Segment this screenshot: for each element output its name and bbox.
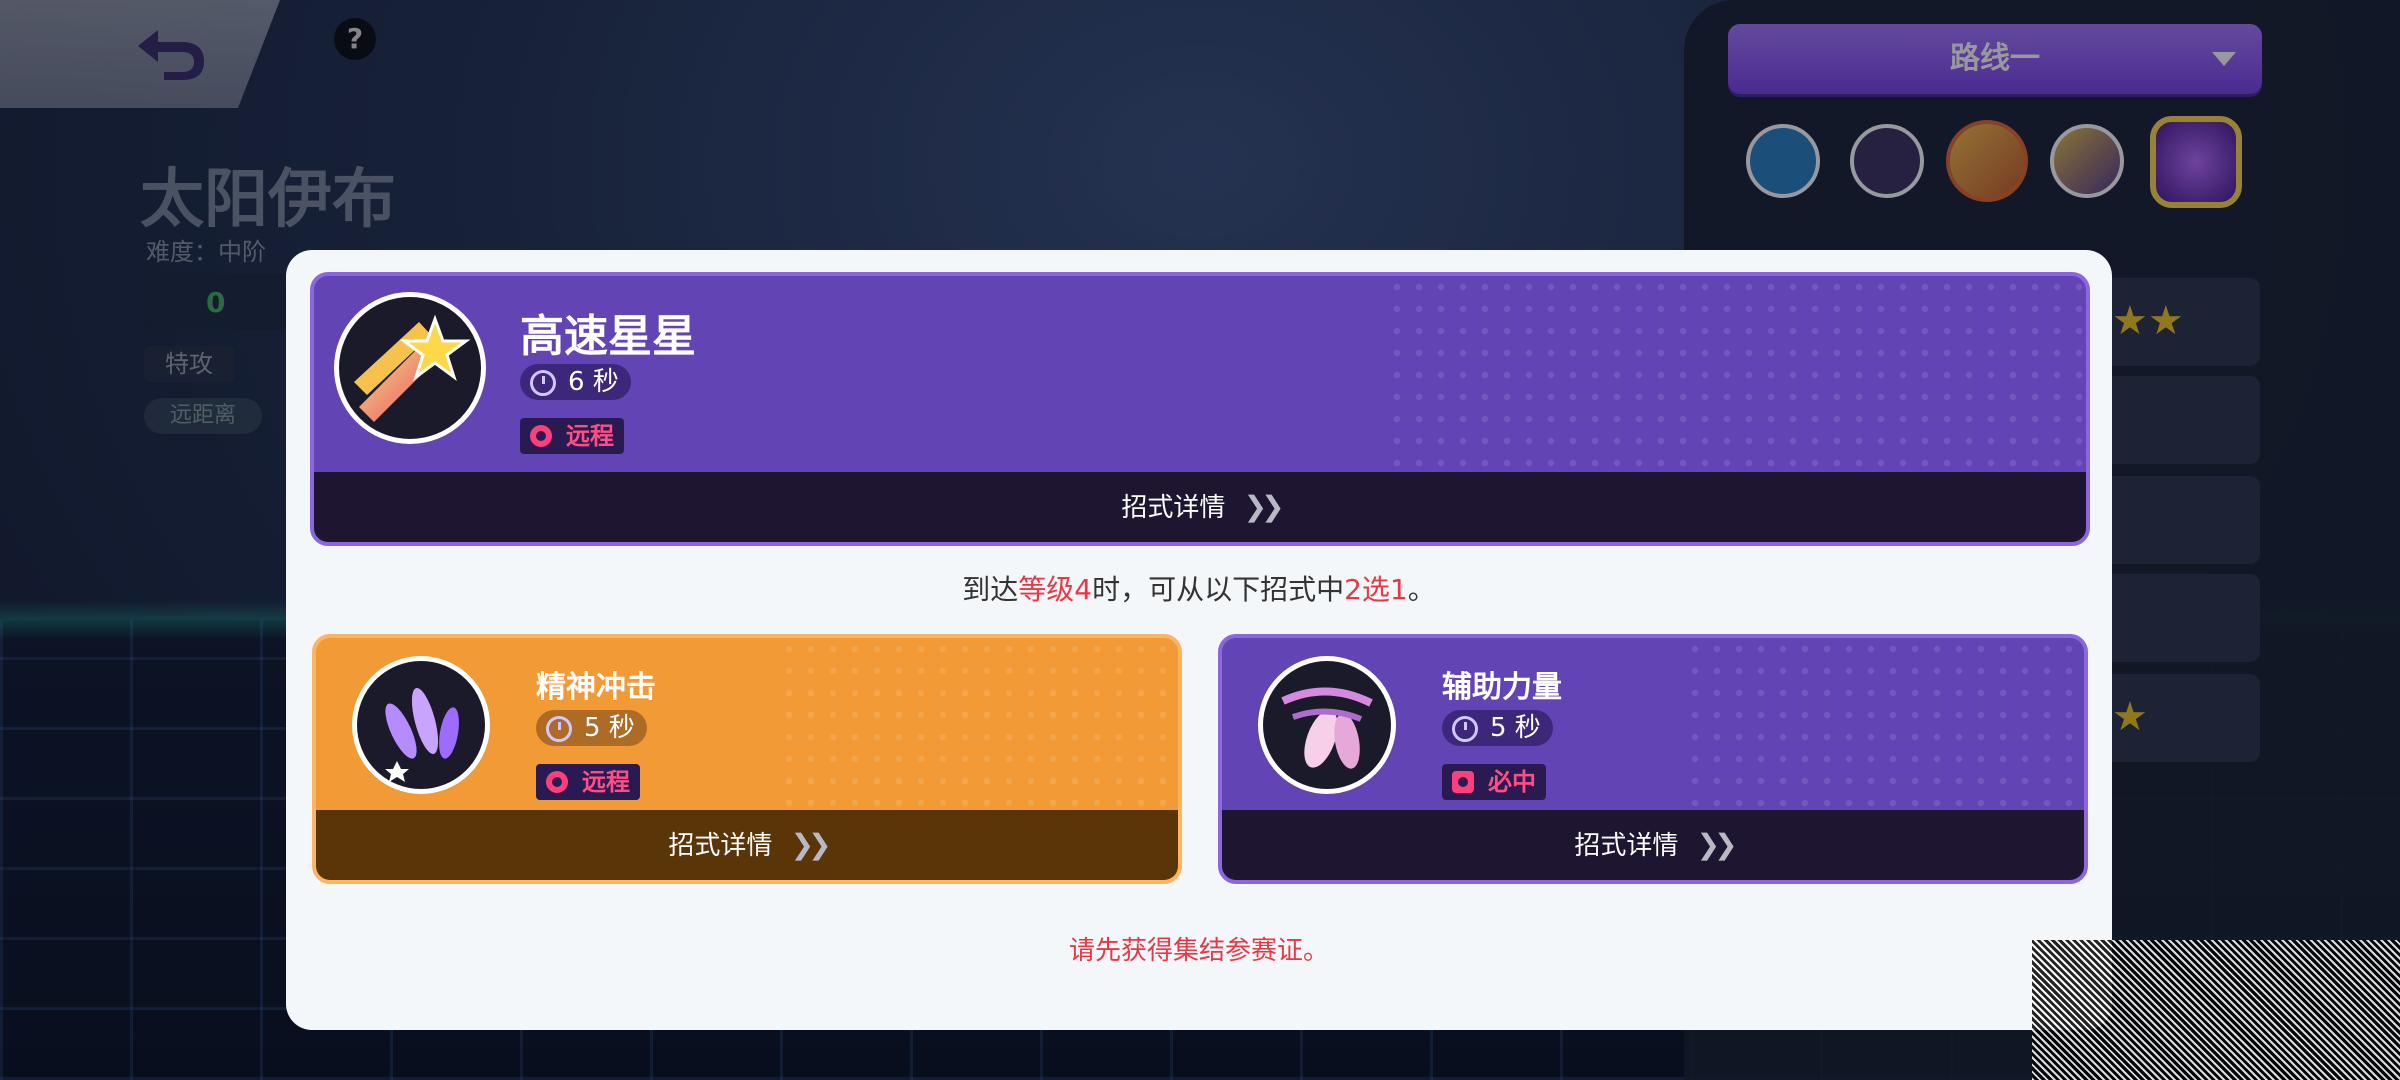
cooldown-value: 5 秒 <box>584 713 635 743</box>
option-card-stored-power[interactable]: 辅助力量 5 秒 必中 招式详情 ❯❯ <box>1218 634 2088 884</box>
double-chevron-right-icon: ❯❯ <box>790 828 832 861</box>
details-label: 招式详情 <box>1121 493 1226 523</box>
double-chevron-right-icon: ❯❯ <box>1696 828 1738 861</box>
option-details-button[interactable]: 招式详情 ❯❯ <box>1222 810 2084 880</box>
hint-part-2: 时，可从以下招式中 <box>1092 573 1345 606</box>
main-skill-details-button[interactable]: 招式详情 ❯❯ <box>314 472 2086 542</box>
cooldown-value: 6 秒 <box>568 367 619 397</box>
cooldown-pill: 5 秒 <box>536 710 647 746</box>
clock-icon <box>1452 716 1478 742</box>
clock-icon <box>530 370 556 396</box>
main-skill-name: 高速星星 <box>520 311 696 362</box>
stored-power-icon <box>1258 656 1396 794</box>
details-label: 招式详情 <box>1574 831 1679 861</box>
redacted-noise-overlay <box>2032 940 2400 1080</box>
sure-hit-icon <box>1452 771 1474 793</box>
cooldown-value: 5 秒 <box>1490 713 1541 743</box>
range-value: 必中 <box>1488 768 1536 796</box>
option-details-button[interactable]: 招式详情 ❯❯ <box>316 810 1178 880</box>
range-value: 远程 <box>566 422 614 450</box>
ranged-icon <box>546 771 568 793</box>
hint-period: 。 <box>1407 573 1436 606</box>
level-hint-text: 到达等级4时，可从以下招式中2选1。 <box>286 568 2112 608</box>
psyshock-icon <box>352 656 490 794</box>
cooldown-pill: 5 秒 <box>1442 710 1553 746</box>
option-name: 辅助力量 <box>1442 670 1562 705</box>
move-selection-modal: 高速星星 6 秒 远程 招式详情 ❯❯ 到达等级4时，可从以下招式中2选1。 精… <box>286 250 2112 1030</box>
hint-part-1: 到达 <box>962 573 1019 606</box>
option-name: 精神冲击 <box>536 670 656 705</box>
ranged-icon <box>530 425 552 447</box>
double-chevron-right-icon: ❯❯ <box>1243 490 1285 523</box>
range-tag: 远程 <box>536 764 640 800</box>
range-tag: 必中 <box>1442 764 1546 800</box>
main-skill-card: 高速星星 6 秒 远程 招式详情 ❯❯ <box>310 272 2090 546</box>
cooldown-pill: 6 秒 <box>520 364 631 400</box>
range-value: 远程 <box>582 768 630 796</box>
clock-icon <box>546 716 572 742</box>
details-label: 招式详情 <box>668 831 773 861</box>
license-warning-text: 请先获得集结参赛证。 <box>1068 936 1329 966</box>
range-tag: 远程 <box>520 418 624 454</box>
swift-star-icon <box>334 292 486 444</box>
hint-choice: 2选1 <box>1344 573 1408 606</box>
option-card-psyshock[interactable]: 精神冲击 5 秒 远程 招式详情 ❯❯ <box>312 634 1182 884</box>
hint-level: 等级4 <box>1018 573 1093 606</box>
